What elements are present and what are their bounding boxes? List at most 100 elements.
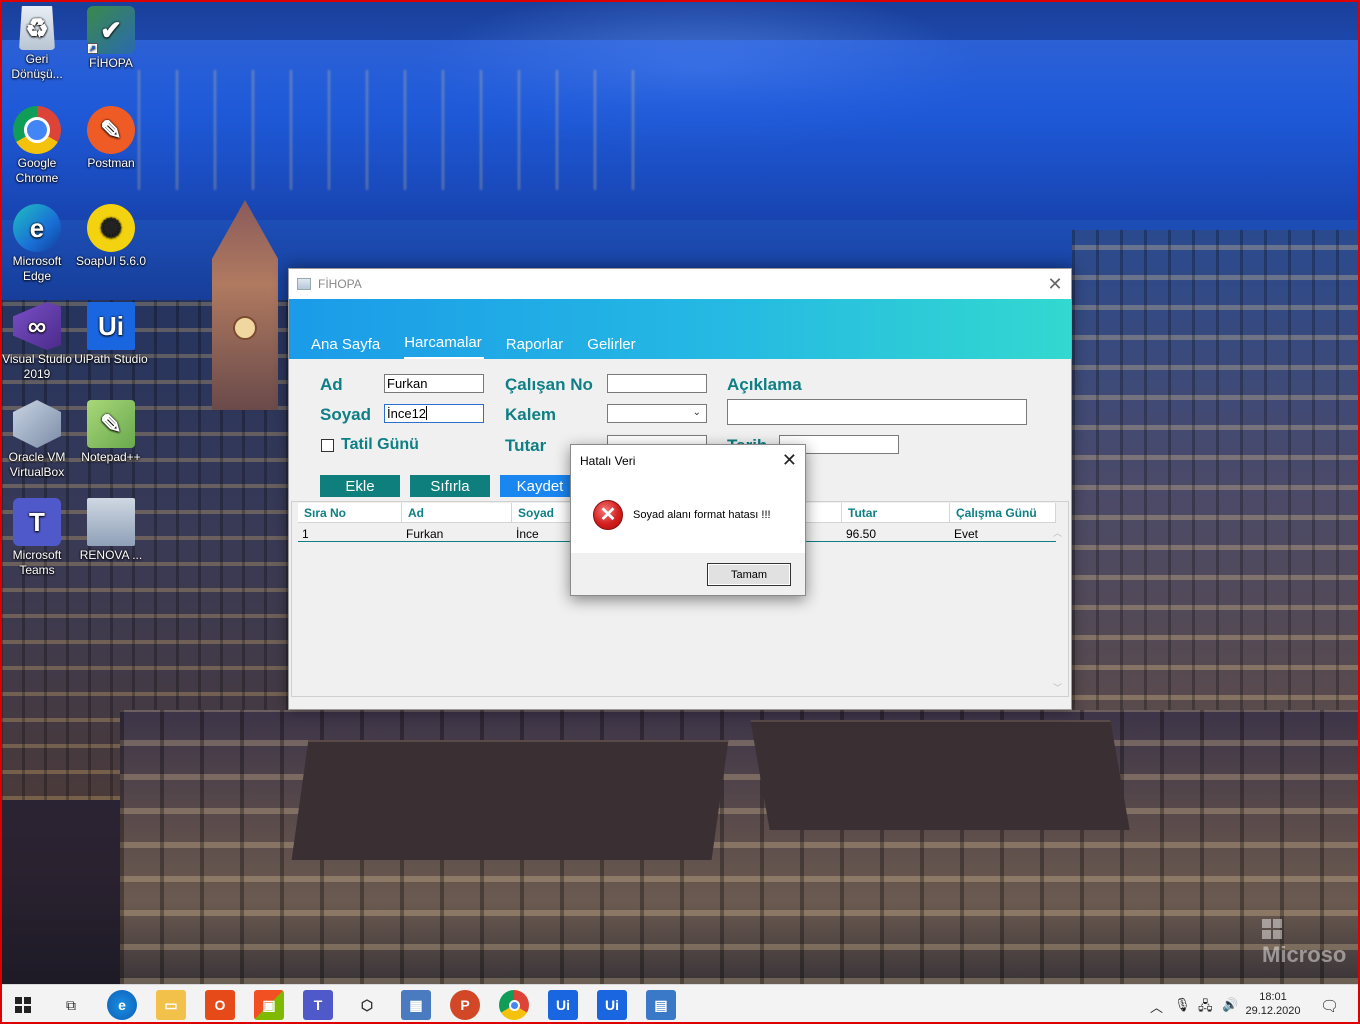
kaydet-button[interactable]: Kaydet [500,475,580,497]
tatil-gunu-label: Tatil Günü [341,436,419,453]
tatil-gunu-checkbox[interactable] [321,439,334,452]
desktop-icon-teams[interactable]: T Microsoft Teams [0,498,74,578]
notification-center-icon[interactable]: 🗨 [1320,997,1339,1015]
kalem-combobox[interactable]: ⌄ [607,404,707,423]
calisan-no-label: Çalışan No [505,375,593,394]
ekle-button[interactable]: Ekle [320,475,400,497]
chrome-icon [508,999,520,1011]
column-calisma-gunu[interactable]: Çalışma Günü [950,503,1056,523]
scroll-down-icon[interactable]: ﹀ [1053,681,1062,694]
wallpaper-roof [291,740,729,860]
task-view-icon: ⧉ [66,996,76,1013]
desktop-icon-label: Postman [87,156,135,170]
clock[interactable]: 18:01 29.12.2020 [1244,990,1302,1018]
column-tutar[interactable]: Tutar [842,503,950,523]
desktop-icon-recycle-bin[interactable]: ♻ Geri Dönüşü... [0,6,74,82]
ad-input[interactable]: Furkan [384,374,484,393]
cell-tutar: 96.50 [846,527,877,541]
column-ad[interactable]: Ad [402,503,512,523]
clock-time: 18:01 [1259,991,1287,1003]
scroll-up-icon[interactable]: ︿ [1053,526,1062,539]
desktop-icon-label: FİHOPA [89,56,133,70]
desktop-icon-soapui[interactable]: ✺ SoapUI 5.6.0 [74,204,148,269]
notepadpp-icon: ✎ [87,400,135,448]
error-icon: ✕ [593,500,623,530]
tab-ana-sayfa[interactable]: Ana Sayfa [311,336,392,359]
app-window-icon: ▤ [654,996,668,1013]
taskbar-store[interactable]: ▣ [254,990,284,1020]
tab-gelirler[interactable]: Gelirler [587,336,647,359]
desktop-icon-label: Google Chrome [15,156,59,185]
windows-logo-icon [1262,919,1282,939]
desktop-icon-fihopa[interactable]: ✔ ↗ FİHOPA [74,6,148,71]
wallpaper-roof [750,720,1130,830]
taskbar-powerpoint[interactable]: P [450,990,480,1020]
taskbar-uipath-robot[interactable]: Ui [597,990,627,1020]
tray-chevron-up-icon[interactable]: ︿ [1150,997,1163,1016]
cell-sira-no: 1 [302,527,309,541]
column-sira-no[interactable]: Sıra No [298,503,402,523]
task-view-button[interactable]: ⧉ [56,990,86,1020]
dialog-footer: Tamam [571,553,805,595]
dialog-close-button[interactable]: ✕ [782,450,797,471]
volume-icon[interactable]: 🔊 [1222,997,1238,1013]
fihopa-app-icon: ✔ ↗ [87,6,135,54]
desktop-icon-label: Visual Studio 2019 [2,352,72,381]
cell-calisma-gunu: Evet [954,527,979,541]
desktop-icon-notepadpp[interactable]: ✎ Notepad++ [74,400,148,465]
virtualbox-icon [13,400,61,448]
tab-raporlar[interactable]: Raporlar [506,336,576,359]
recycle-bin-icon: ♻ [19,6,55,50]
window-close-button[interactable]: ✕ [1039,269,1071,299]
desktop-icon-label: SoapUI 5.6.0 [75,254,147,268]
taskbar-calculator[interactable]: ▦ [401,990,431,1020]
window-app-icon [297,278,311,290]
desktop-icon-visual-studio[interactable]: ∞ Visual Studio 2019 [0,302,74,382]
uipath-icon: Ui [556,997,570,1013]
desktop-icon-label: Microsoft Teams [12,548,62,577]
store-icon: ▣ [262,996,276,1013]
taskbar-app-window[interactable]: ▤ [646,990,676,1020]
sifirla-button[interactable]: Sıfırla [410,475,490,497]
aciklama-input[interactable] [727,399,1027,425]
uipath-glyph: Ui [98,310,124,341]
desktop-icon-virtualbox[interactable]: Oracle VM VirtualBox [0,400,74,480]
virtualbox-icon: ⬡ [360,996,374,1013]
chrome-icon [13,106,61,154]
desktop-icon-edge[interactable]: e Microsoft Edge [0,204,74,284]
window-title: FİHOPA [318,277,362,291]
desktop-icon-uipath[interactable]: Ui UiPath Studio [74,302,148,367]
tab-bar: Ana Sayfa Harcamalar Raporlar Gelirler [289,299,1071,359]
office-icon: O [214,997,226,1013]
taskbar-uipath[interactable]: Ui [548,990,578,1020]
teams-icon: T [13,498,61,546]
dialog-message: Soyad alanı format hatası !!! [633,509,771,521]
calisan-no-input[interactable] [607,374,707,393]
text-caret [426,406,428,420]
window-titlebar[interactable]: FİHOPA ✕ [289,269,1071,299]
desktop-icon-postman[interactable]: ✎ Postman [74,106,148,171]
wallpaper-lights [120,70,640,190]
clock-date: 29.12.2020 [1245,1005,1301,1017]
start-button[interactable] [8,990,38,1020]
desktop-icon-renova[interactable]: RENOVA ... [74,498,148,563]
taskbar-edge[interactable]: e [107,990,137,1020]
teams-glyph: T [29,506,45,537]
renova-icon [87,498,135,546]
soyad-input[interactable]: İnce12 [384,404,484,423]
desktop-icon-chrome[interactable]: Google Chrome [0,106,74,186]
desktop-icon-label: Notepad++ [81,450,141,464]
kalem-label: Kalem [505,405,557,424]
microphone-icon[interactable]: 🎙 [1174,997,1191,1013]
taskbar-virtualbox[interactable]: ⬡ [352,990,382,1020]
tamam-button[interactable]: Tamam [707,563,791,586]
calculator-icon: ▦ [409,996,423,1013]
windows-watermark: Microso [1262,916,1360,968]
chevron-down-icon[interactable]: ⌄ [693,405,701,420]
taskbar-office[interactable]: O [205,990,235,1020]
network-icon[interactable]: 🖧 [1198,997,1213,1019]
taskbar-chrome[interactable] [499,990,529,1020]
taskbar-file-explorer[interactable]: ▭ [156,990,186,1020]
taskbar-teams[interactable]: T [303,990,333,1020]
tab-harcamalar[interactable]: Harcamalar [404,334,484,359]
